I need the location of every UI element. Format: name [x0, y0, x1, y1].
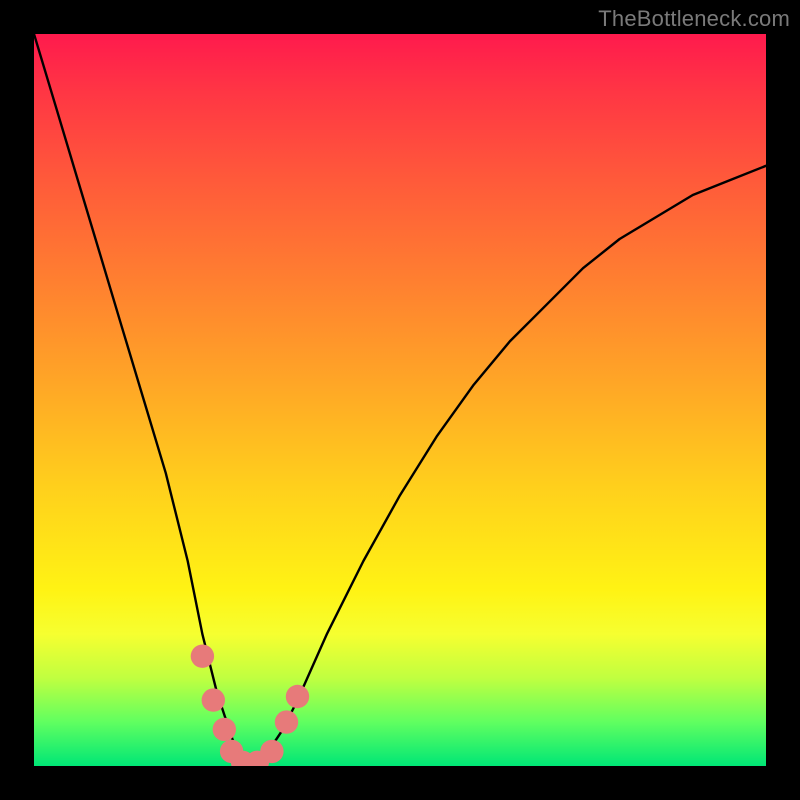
plot-area	[34, 34, 766, 766]
curve-marker	[275, 710, 298, 733]
marker-group	[191, 645, 310, 767]
chart-container: TheBottleneck.com	[0, 0, 800, 800]
curve-marker	[286, 685, 309, 708]
bottleneck-curve-path	[34, 34, 766, 766]
curve-marker	[260, 740, 283, 763]
watermark-text: TheBottleneck.com	[598, 6, 790, 32]
curve-svg	[34, 34, 766, 766]
curve-marker	[213, 718, 236, 741]
bottleneck-curve	[34, 34, 766, 766]
curve-marker	[202, 688, 225, 711]
curve-marker	[191, 645, 214, 668]
